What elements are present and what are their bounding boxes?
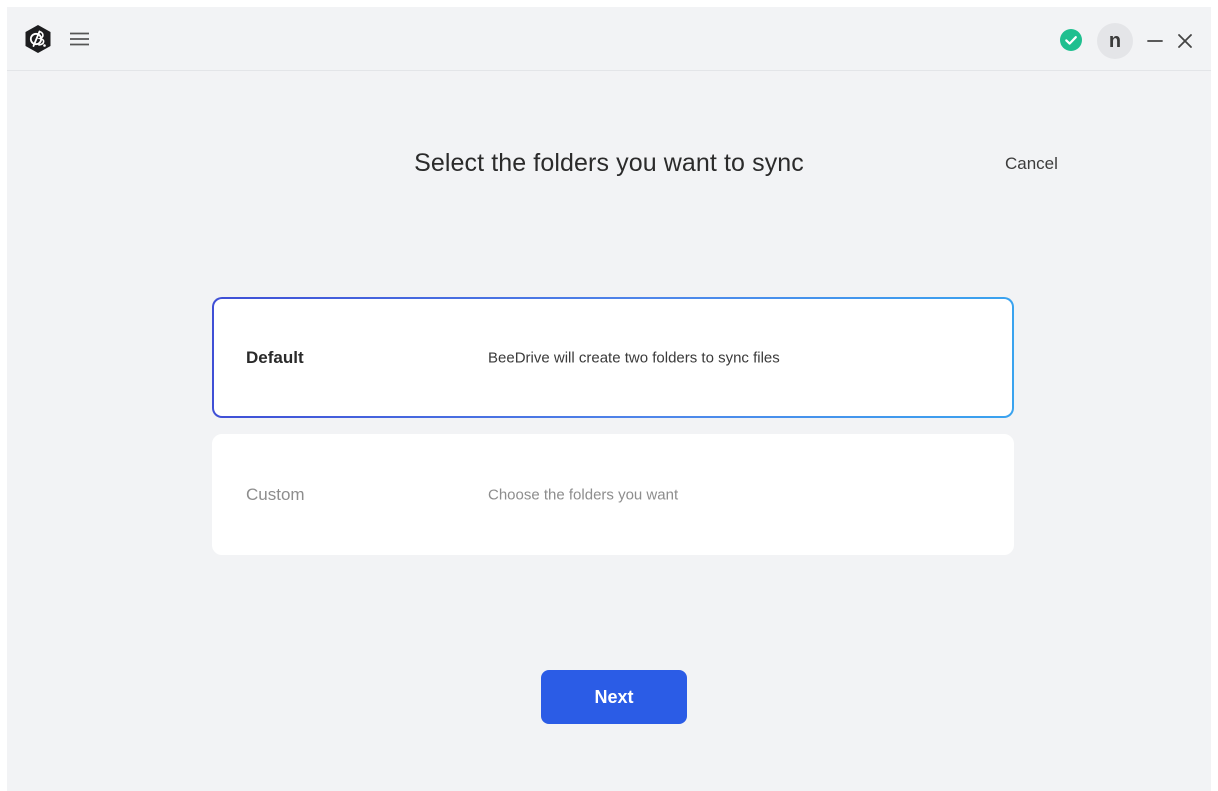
user-avatar[interactable]: n: [1097, 23, 1133, 59]
option-default[interactable]: Default BeeDrive will create two folders…: [212, 297, 1014, 418]
option-custom[interactable]: Custom Choose the folders you want: [212, 434, 1014, 555]
hamburger-menu-icon[interactable]: [67, 28, 93, 50]
beedrive-logo-icon: [25, 25, 51, 53]
option-description: BeeDrive will create two folders to sync…: [488, 349, 780, 366]
next-button[interactable]: Next: [541, 670, 687, 724]
cancel-button[interactable]: Cancel: [1005, 154, 1058, 174]
title-bar: n: [7, 7, 1211, 71]
option-description: Choose the folders you want: [488, 486, 679, 503]
minimize-icon[interactable]: [1145, 31, 1165, 51]
close-icon[interactable]: [1175, 31, 1195, 51]
check-circle-icon: [1060, 29, 1082, 51]
option-name: Custom: [246, 484, 305, 504]
option-name: Default: [246, 347, 304, 367]
app-window: n Select the folders you want to sync Ca…: [7, 7, 1211, 791]
